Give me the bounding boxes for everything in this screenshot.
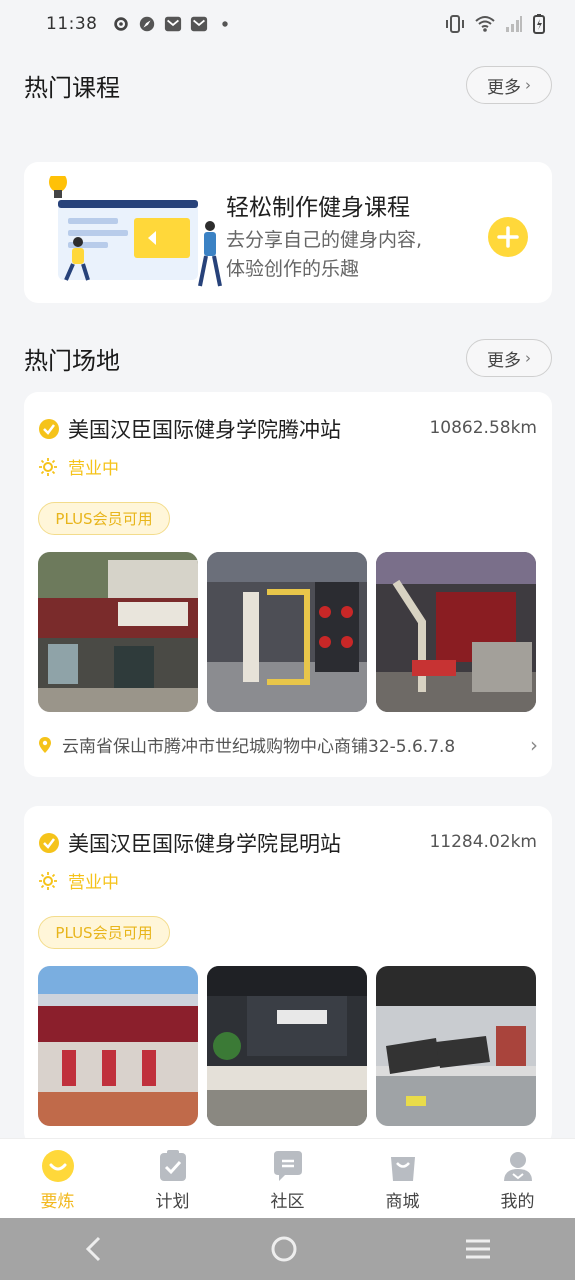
chevron-right-icon: › xyxy=(530,732,538,757)
hot-courses-title: 热门课程 xyxy=(24,73,120,102)
venue-status: 营业中 xyxy=(38,454,119,479)
promo-subtitle: 去分享自己的健身内容, 体验创作的乐趣 xyxy=(226,226,476,284)
status-time: 11:38 xyxy=(46,14,98,34)
sun-icon xyxy=(39,871,57,890)
venue-address-row[interactable]: 云南省保山市腾冲市世纪城购物中心商铺32-5.6.7.8 › xyxy=(38,732,538,757)
tab-label: 要炼 xyxy=(40,1192,75,1212)
location-pin-icon xyxy=(39,736,51,753)
tab-profile[interactable]: 我的 xyxy=(460,1139,575,1218)
tab-workout[interactable]: 要炼 xyxy=(0,1139,115,1218)
venue-status-label: 营业中 xyxy=(68,459,119,479)
gym-equipment-photo xyxy=(207,552,367,712)
recents-icon[interactable] xyxy=(464,1237,492,1261)
tab-community[interactable]: 社区 xyxy=(230,1139,345,1218)
mail-icon xyxy=(190,16,207,32)
shopping-bag-icon xyxy=(390,1157,415,1181)
tab-plan[interactable]: 计划 xyxy=(115,1139,230,1218)
venue-status-label: 营业中 xyxy=(68,873,119,893)
tab-label: 社区 xyxy=(270,1192,305,1212)
hot-venues-header: 热门场地 更多 › xyxy=(24,338,552,378)
chat-bubble-icon xyxy=(273,1151,302,1181)
gym-interior-photo xyxy=(376,552,536,712)
battery-icon xyxy=(533,14,545,34)
reception-photo xyxy=(207,966,367,1126)
chevron-right-icon: › xyxy=(525,349,531,367)
venue-card[interactable]: 美国汉臣国际健身学院腾冲站 10862.58km 营业中 PLUS会员可用 云南… xyxy=(24,392,552,777)
venue-card[interactable]: 美国汉臣国际健身学院昆明站 11284.02km 营业中 PLUS会员可用 xyxy=(24,806,552,1146)
more-label: 更多 xyxy=(487,77,521,98)
smile-icon xyxy=(41,1150,74,1182)
venue-name: 美国汉臣国际健身学院昆明站 xyxy=(68,832,341,856)
hot-courses-header: 热门课程 更多 › xyxy=(24,65,552,105)
promo-subtitle-line2: 体验创作的乐趣 xyxy=(226,258,360,280)
status-bar: 11:38 xyxy=(0,0,575,48)
user-icon xyxy=(503,1152,532,1181)
dot-icon xyxy=(221,21,228,27)
venue-photo[interactable] xyxy=(376,966,536,1126)
compass-icon xyxy=(139,16,154,32)
venue-photo[interactable] xyxy=(207,552,367,712)
signal-icon xyxy=(506,16,522,32)
create-course-card[interactable]: 轻松制作健身课程 去分享自己的健身内容, 体验创作的乐趣 xyxy=(24,162,552,303)
storefront-photo xyxy=(38,966,198,1126)
treadmill-room-photo xyxy=(376,966,536,1126)
venue-photo[interactable] xyxy=(38,552,198,712)
clipboard-check-icon xyxy=(159,1150,186,1181)
plus-member-badge: PLUS会员可用 xyxy=(38,502,170,535)
venue-address: 云南省保山市腾冲市世纪城购物中心商铺32-5.6.7.8 xyxy=(62,737,456,757)
sun-icon xyxy=(39,457,57,476)
tab-label: 商城 xyxy=(385,1192,420,1212)
bottom-tab-bar: 要炼 计划 社区 商城 我的 xyxy=(0,1138,575,1218)
verified-badge-icon xyxy=(39,419,59,439)
venue-photo[interactable] xyxy=(207,966,367,1126)
venue-status: 营业中 xyxy=(38,868,119,893)
storefront-photo xyxy=(38,552,198,712)
venue-distance: 11284.02km xyxy=(429,832,537,852)
verified-badge-icon xyxy=(39,833,59,853)
venue-header: 美国汉臣国际健身学院昆明站 xyxy=(38,828,341,858)
tab-label: 我的 xyxy=(500,1192,535,1212)
back-icon[interactable] xyxy=(83,1236,105,1262)
wifi-icon xyxy=(475,16,495,32)
course-creation-illustration xyxy=(49,176,222,287)
settings-icon xyxy=(113,17,128,31)
plus-member-badge: PLUS会员可用 xyxy=(38,916,170,949)
tab-label: 计划 xyxy=(155,1192,190,1212)
tab-shop[interactable]: 商城 xyxy=(345,1139,460,1218)
chevron-right-icon: › xyxy=(525,76,531,94)
venue-distance: 10862.58km xyxy=(429,418,537,438)
venue-name: 美国汉臣国际健身学院腾冲站 xyxy=(68,418,341,442)
venue-photo[interactable] xyxy=(376,552,536,712)
hot-venues-more-button[interactable]: 更多 › xyxy=(466,339,552,377)
plus-icon xyxy=(497,226,519,248)
promo-title: 轻松制作健身课程 xyxy=(226,195,410,221)
home-icon[interactable] xyxy=(270,1235,298,1263)
venue-header: 美国汉臣国际健身学院腾冲站 xyxy=(38,414,341,444)
hot-venues-title: 热门场地 xyxy=(24,346,120,375)
more-label: 更多 xyxy=(487,350,521,371)
vibrate-icon xyxy=(446,15,464,33)
mail-icon xyxy=(164,16,181,32)
venue-photo[interactable] xyxy=(38,966,198,1126)
promo-subtitle-line1: 去分享自己的健身内容, xyxy=(226,229,423,251)
system-navigation-bar xyxy=(0,1218,575,1280)
hot-courses-more-button[interactable]: 更多 › xyxy=(466,66,552,104)
add-course-button[interactable] xyxy=(488,217,528,257)
